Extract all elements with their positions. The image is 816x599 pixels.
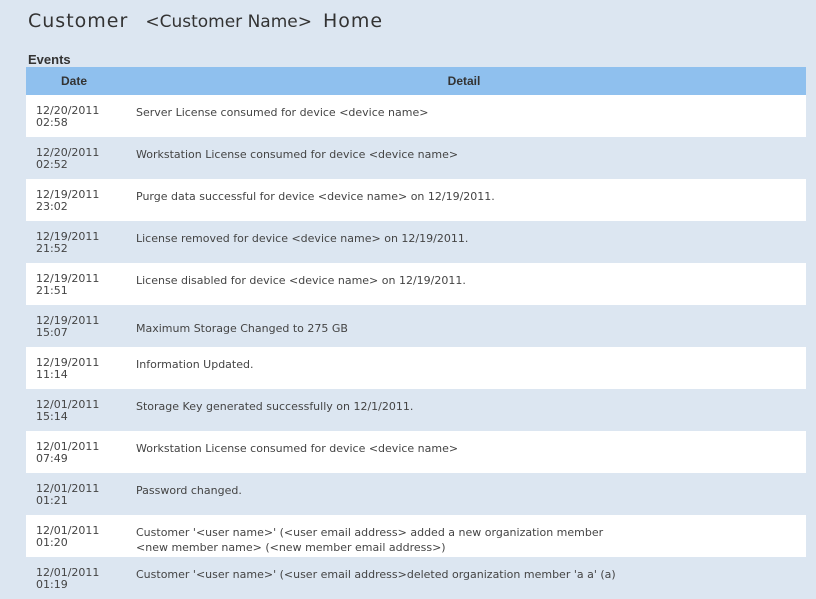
date-cell: 12/19/2011 11:14	[36, 356, 100, 381]
detail-cell: License removed for device <device name>…	[136, 232, 469, 245]
date-cell: 12/20/2011 02:58	[36, 104, 100, 129]
detail-cell: Maximum Storage Changed to 275 GB	[136, 322, 348, 335]
date-cell: 12/01/2011 15:14	[36, 398, 100, 423]
column-detail[interactable]: Detail	[122, 74, 806, 88]
table-row: 12/01/2011 15:14 Storage Key generated su…	[26, 389, 806, 431]
table-row: 12/01/2011 01:21 Password changed.	[26, 473, 806, 515]
detail-cell: Information Updated.	[136, 358, 254, 371]
detail-cell: Customer '<user name>' (<user email addr…	[136, 526, 604, 554]
table-row: 12/19/2011 11:14 Information Updated.	[26, 347, 806, 389]
table-row: 12/19/2011 21:51 License disabled for dev…	[26, 263, 806, 305]
table-row: 12/01/2011 07:49 Workstation License cons…	[26, 431, 806, 473]
customer-name: <Customer Name>	[145, 12, 312, 32]
table-row: 12/19/2011 23:02 Purge data successful fo…	[26, 179, 806, 221]
date-cell: 12/20/2011 02:52	[36, 146, 100, 171]
date-cell: 12/01/2011 01:20	[36, 524, 100, 549]
detail-cell: Customer '<user name>' (<user email addr…	[136, 568, 616, 581]
table-row: 12/01/2011 01:20 Customer '<user name>' (…	[26, 515, 806, 557]
date-cell: 12/01/2011 01:21	[36, 482, 100, 507]
date-cell: 12/19/2011 21:52	[36, 230, 100, 255]
detail-cell: Workstation License consumed for device …	[136, 442, 459, 455]
detail-cell: Workstation License consumed for device …	[136, 148, 459, 161]
table-row: 12/19/2011 21:52 License removed for devi…	[26, 221, 806, 263]
title-home: Home	[323, 10, 384, 32]
detail-cell: Purge data successful for device <device…	[136, 190, 495, 203]
column-date[interactable]: Date	[26, 74, 122, 88]
date-cell: 12/01/2011 01:19	[36, 566, 100, 591]
date-cell: 12/19/2011 21:51	[36, 272, 100, 297]
detail-cell: Server License consumed for device <devi…	[136, 106, 429, 119]
table-row: 12/19/2011 15:07 Maximum Storage Changed …	[26, 305, 806, 347]
table-row: 12/01/2011 01:19 Customer '<user name>' (…	[26, 557, 806, 599]
page-title: Customer <Customer Name> Home	[28, 10, 383, 32]
section-heading: Events	[28, 52, 71, 67]
detail-cell: Storage Key generated successfully on 12…	[136, 400, 414, 413]
detail-cell: Password changed.	[136, 484, 242, 497]
events-table: Date Detail 12/20/2011 02:58 Server Licen…	[26, 67, 806, 599]
date-cell: 12/19/2011 23:02	[36, 188, 100, 213]
date-cell: 12/19/2011 15:07	[36, 314, 100, 339]
detail-cell: License disabled for device <device name…	[136, 274, 466, 287]
title-word: Customer	[28, 10, 129, 32]
table-row: 12/20/2011 02:52 Workstation License cons…	[26, 137, 806, 179]
date-cell: 12/01/2011 07:49	[36, 440, 100, 465]
table-row: 12/20/2011 02:58 Server License consumed …	[26, 95, 806, 137]
table-header: Date Detail	[26, 67, 806, 95]
